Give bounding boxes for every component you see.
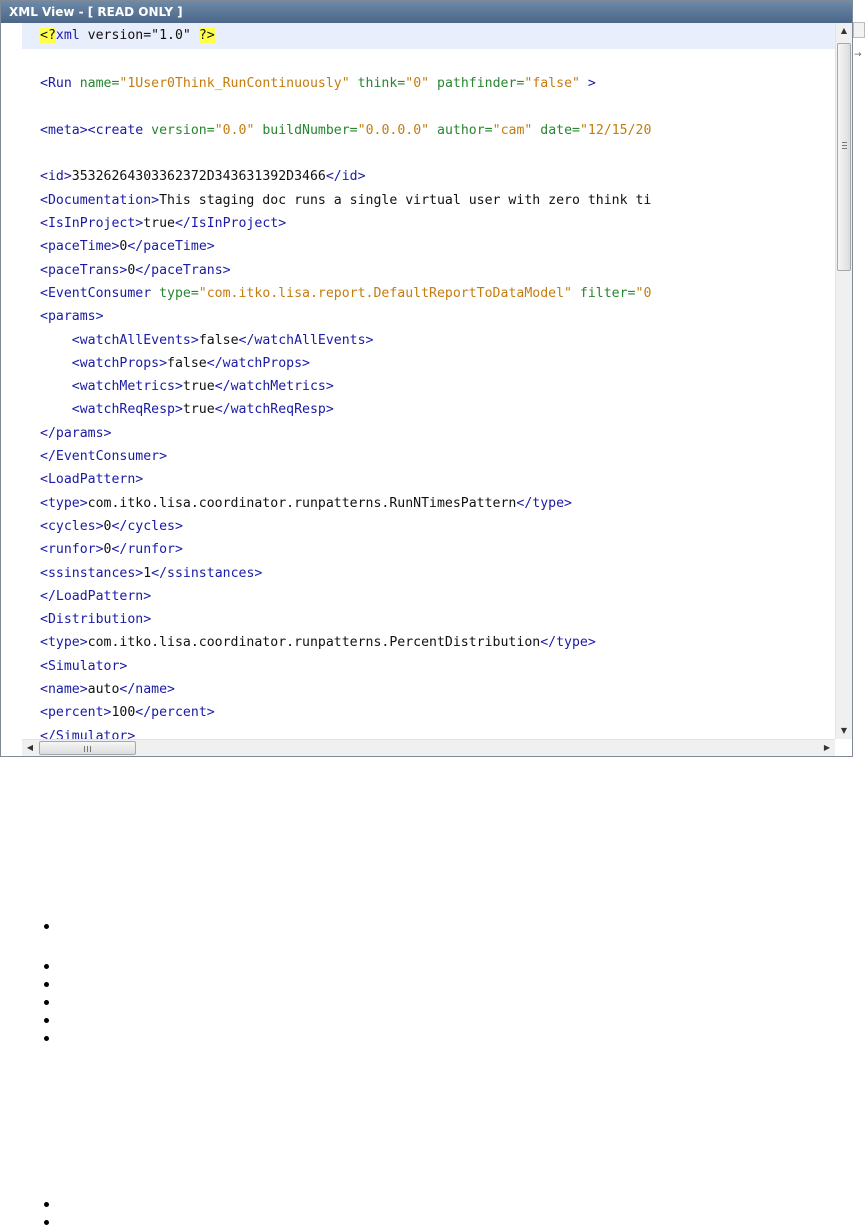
bullet-icon — [44, 1018, 49, 1023]
list-item — [32, 1032, 72, 1046]
bullet-icon — [44, 1202, 49, 1207]
bullet-list — [0, 0, 868, 1228]
bullet-icon — [44, 924, 49, 929]
list-item — [32, 1014, 72, 1028]
list-item — [32, 978, 72, 992]
list-item — [32, 960, 72, 974]
bullet-icon — [44, 982, 49, 987]
bullet-icon — [44, 964, 49, 969]
list-item — [32, 1198, 72, 1212]
list-item — [32, 996, 72, 1010]
bullet-icon — [44, 1036, 49, 1041]
bullet-icon — [44, 1000, 49, 1005]
list-item — [32, 920, 72, 934]
bullet-icon — [44, 1220, 49, 1225]
